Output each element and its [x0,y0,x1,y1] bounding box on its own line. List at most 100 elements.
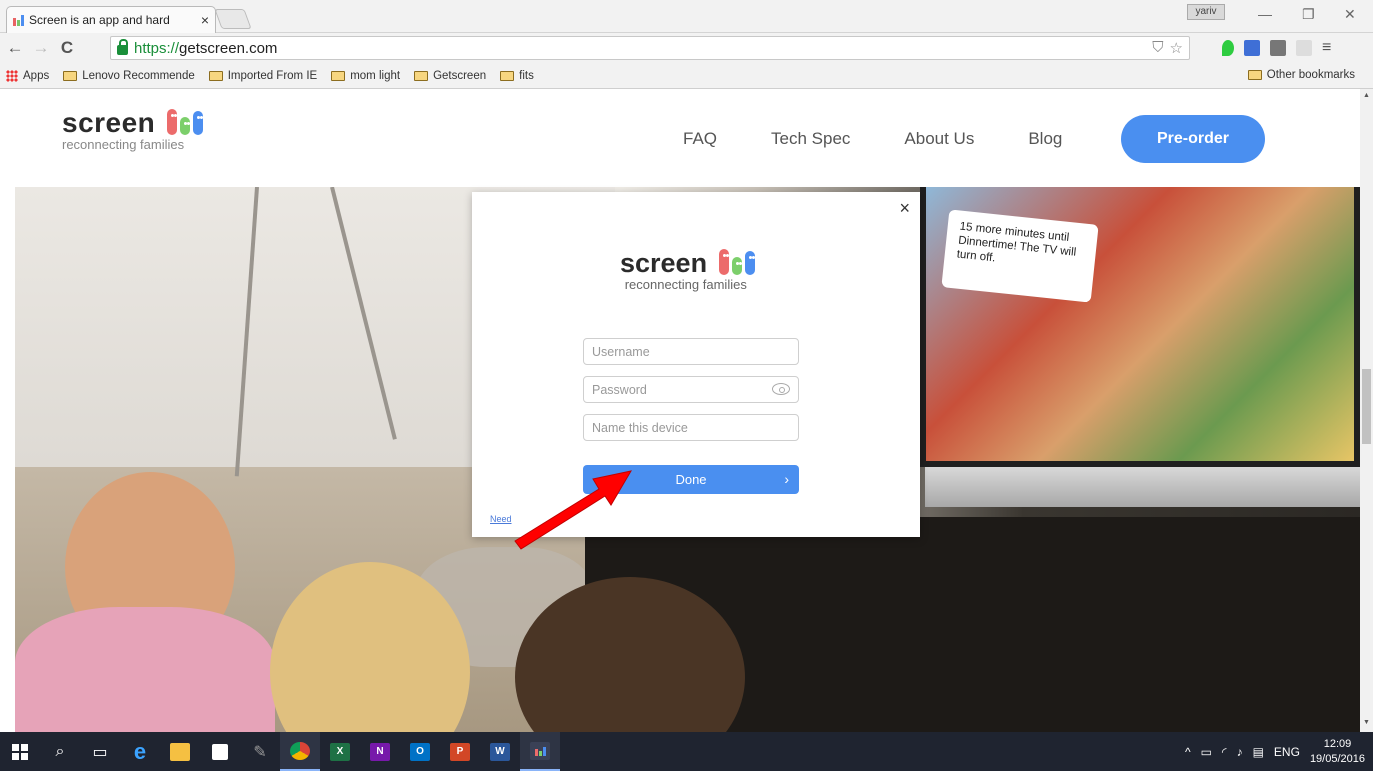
login-modal: × screen reconnecting families Username … [472,192,920,537]
logo-tagline: reconnecting families [62,137,185,152]
word-taskbar-button[interactable]: W [480,732,520,771]
tab-title: Screen is an app and hard [29,13,170,27]
bookmark-star-icon[interactable]: ☆ [1170,39,1183,57]
screen-app-taskbar-button[interactable] [520,732,560,771]
preorder-button[interactable]: Pre-order [1121,115,1265,163]
folder-icon [63,70,78,81]
restore-icon[interactable]: ❐ [1302,6,1315,23]
tab-close-icon[interactable]: × [201,12,209,28]
other-bookmarks[interactable]: Other bookmarks [1247,69,1355,81]
extension-light-icon[interactable] [1296,40,1312,56]
store-icon [212,743,228,760]
tray-chevron-up-icon[interactable]: ^ [1185,745,1191,759]
need-help-link[interactable]: Need [490,514,512,524]
site-logo[interactable]: screen reconnecting families [62,107,203,152]
scrollbar-thumb[interactable] [1362,369,1371,444]
folder-icon [1247,70,1262,80]
browser-toolbar: ← → C https:// getscreen.com ⛉ ☆ ≡ [0,33,1373,63]
username-input[interactable]: Username [583,338,799,365]
shield-icon[interactable]: ⛉ [1152,39,1163,57]
logo-wordmark: screen [62,107,156,138]
password-input[interactable]: Password [583,376,799,403]
back-icon[interactable]: ← [4,38,26,58]
bookmark-label: Getscreen [433,69,487,82]
scroll-down-icon[interactable]: ▼ [1363,719,1370,726]
battery-icon[interactable]: ▭ [1201,745,1212,759]
profile-chip[interactable]: yariv [1187,4,1225,20]
password-placeholder: Password [592,382,647,397]
tab-strip: Screen is an app and hard × yariv — ❐ ✕ [0,0,1373,33]
modal-logo: screen reconnecting families [620,248,755,292]
folder-icon [331,70,346,81]
pin-extension-icon[interactable] [1222,40,1234,56]
pen-icon: ✎ [253,743,267,761]
browser-tab[interactable]: Screen is an app and hard × [6,6,216,33]
nav-tech-spec[interactable]: Tech Spec [771,129,850,149]
search-taskbar-button[interactable]: ⌕ [40,732,80,771]
powerpoint-taskbar-button[interactable]: P [440,732,480,771]
system-tray: ^ ▭ ◜ ♪ ▤ ENG 12:09 19/05/2016 [1185,732,1365,771]
device-name-input[interactable]: Name this device [583,414,799,441]
excel-icon: X [330,742,350,761]
forward-icon[interactable]: → [30,38,52,58]
store-taskbar-button[interactable] [200,732,240,771]
bookmark-apps[interactable]: Apps [6,69,50,82]
nav-about-us[interactable]: About Us [904,129,974,149]
bookmark-folder[interactable]: fits [500,70,534,82]
modal-close-icon[interactable]: × [899,198,910,219]
bookmark-label: Apps [23,69,50,82]
nav-blog[interactable]: Blog [1028,129,1062,149]
web-page: screen reconnecting families FAQ Tech Sp… [0,89,1360,732]
bookmark-folder[interactable]: Imported From IE [208,70,317,82]
speech-bubble: 15 more minutes until Dinnertime! The TV… [941,209,1099,303]
outlook-icon: O [410,742,430,761]
chrome-taskbar-button[interactable] [280,732,320,771]
site-nav: FAQ Tech Spec About Us Blog [683,129,1116,149]
done-button[interactable]: Done › [583,465,799,494]
extension-gray-icon[interactable] [1270,40,1286,56]
task-view-button[interactable]: ▭ [80,732,120,771]
onenote-taskbar-button[interactable]: N [360,732,400,771]
excel-taskbar-button[interactable]: X [320,732,360,771]
start-button[interactable] [0,732,40,771]
page-scrollbar[interactable]: ▲ ▼ [1360,89,1373,732]
search-icon: ⌕ [55,742,65,760]
volume-icon[interactable]: ♪ [1237,745,1243,759]
url-scheme: https:// [134,39,180,57]
scroll-up-icon[interactable]: ▲ [1363,92,1370,99]
site-header: screen reconnecting families FAQ Tech Sp… [0,89,1360,187]
extension-blue-icon[interactable] [1244,40,1260,56]
language-indicator[interactable]: ENG [1274,745,1300,759]
clock[interactable]: 12:09 19/05/2016 [1310,737,1365,767]
bookmark-label: fits [519,69,534,82]
folder-icon [208,70,223,81]
wifi-icon[interactable]: ◜ [1222,745,1227,759]
chrome-menu-icon[interactable]: ≡ [1322,39,1331,57]
window-close-icon[interactable]: ✕ [1344,6,1356,23]
bookmark-label: Other bookmarks [1266,69,1355,81]
notifications-icon[interactable]: ▤ [1253,745,1264,759]
nav-faq[interactable]: FAQ [683,129,717,149]
clock-date: 19/05/2016 [1309,752,1365,765]
edge-taskbar-button[interactable]: e [120,732,160,771]
bookmark-folder[interactable]: Getscreen [414,70,486,82]
bookmark-folder[interactable]: Lenovo Recommende [63,70,195,82]
new-tab-button[interactable] [214,9,252,29]
url-host: getscreen.com [179,39,278,57]
outlook-taskbar-button[interactable]: O [400,732,440,771]
address-bar[interactable]: https:// getscreen.com ⛉ ☆ [110,36,1190,60]
modal-logo-tagline: reconnecting families [624,277,747,292]
logo-pills-icon [718,249,755,275]
reload-icon[interactable]: C [56,38,78,58]
screen-app-icon [530,741,550,760]
show-password-eye-icon[interactable] [772,383,790,395]
edge-icon: e [133,738,147,764]
explorer-taskbar-button[interactable] [160,732,200,771]
pen-taskbar-button[interactable]: ✎ [240,732,280,771]
username-placeholder: Username [592,344,650,359]
minimize-icon[interactable]: — [1258,6,1272,22]
task-view-icon: ▭ [92,743,108,761]
bookmark-label: Lenovo Recommende [82,69,195,82]
bookmark-folder[interactable]: mom light [331,70,400,82]
onenote-icon: N [370,742,390,761]
